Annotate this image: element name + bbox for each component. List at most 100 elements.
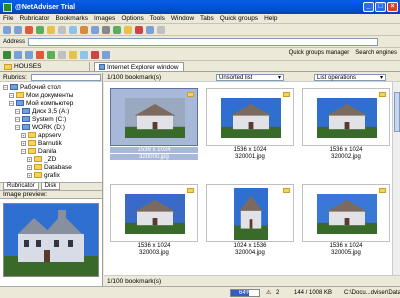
nav-back-icon[interactable] (14, 50, 22, 59)
progress-label: 64% (238, 290, 251, 296)
tree-node[interactable]: + Barnutik (0, 139, 102, 147)
status-memory: 144 / 1008 KB (294, 290, 333, 296)
tree-node[interactable]: + grafix (0, 171, 102, 179)
tree-node[interactable]: + appserv (0, 131, 102, 139)
menu-bookmarks[interactable]: Bookmarks (55, 15, 88, 22)
menu-file[interactable]: File (3, 15, 13, 22)
tree-node-label: Мой компьютер (26, 99, 74, 107)
list-operations[interactable]: List operations ▾ (314, 74, 386, 81)
tree-node[interactable]: − System (C:) (0, 115, 102, 123)
folder-icon[interactable] (283, 188, 290, 193)
view-icon[interactable] (146, 26, 154, 34)
folder-icon[interactable] (283, 92, 290, 97)
folder-tree: − Рабочий стол − Мои документы − Мой компьюте… (0, 82, 102, 182)
menu-help[interactable]: Help (264, 15, 277, 22)
sort-select[interactable]: Unsorted list ▾ (216, 74, 284, 81)
expand-icon[interactable]: + (21, 140, 26, 146)
address-input[interactable] (28, 38, 379, 46)
refresh-icon[interactable] (36, 26, 44, 34)
folder-tab[interactable]: HOUSES (0, 61, 90, 72)
add-bookmark-icon[interactable] (113, 26, 121, 34)
quick-groups-button[interactable]: Quick groups manager (289, 50, 350, 56)
print-icon[interactable] (102, 26, 110, 34)
nav-tile-icon[interactable] (102, 50, 110, 59)
open-folder-icon[interactable] (124, 26, 132, 34)
mail-icon[interactable] (91, 26, 99, 34)
nav-home-icon[interactable] (58, 50, 66, 59)
thumbnail-item[interactable]: 1024 x 1536 320004.jpg (206, 184, 294, 256)
thumbnail-item[interactable]: 1536 x 1024 320002.jpg (302, 88, 390, 160)
scroll-thumb[interactable] (394, 92, 400, 132)
folder-icon[interactable] (379, 188, 386, 193)
tree-node[interactable]: − Рабочий стол (0, 83, 102, 91)
thumbnail-frame (110, 88, 198, 146)
nav-stop-icon[interactable] (36, 50, 44, 59)
tree-node[interactable]: − Мой компьютер (0, 99, 102, 107)
expand-icon[interactable]: + (27, 172, 32, 178)
tree-node[interactable]: + Database (0, 163, 102, 171)
expand-icon[interactable]: + (21, 132, 26, 138)
thumbnail-item[interactable]: 1536 x 1024 320005.jpg (302, 184, 390, 256)
folder-icon[interactable] (187, 188, 194, 193)
menu-window[interactable]: Window (171, 15, 194, 22)
folder-icon[interactable] (379, 92, 386, 97)
status-bar: 64% ⚠ 2 144 / 1008 KB C:\Docu...dviser\D… (0, 286, 400, 298)
rubrics-combo[interactable] (30, 73, 101, 81)
thumbnail-item[interactable]: 1536 x 1024 320003.jpg (110, 184, 198, 256)
nav-refresh-icon[interactable] (47, 50, 55, 59)
expand-icon[interactable]: − (9, 92, 14, 98)
tree-node[interactable]: − Мои документы (0, 91, 102, 99)
expand-icon[interactable]: + (27, 164, 32, 170)
menu-quick-groups[interactable]: Quick groups (220, 15, 258, 22)
info-icon: ⚠ (266, 290, 272, 296)
nav-delete-icon[interactable] (91, 50, 99, 59)
close-button[interactable]: × (387, 2, 398, 12)
go-icon[interactable] (3, 50, 11, 59)
tree-node[interactable]: + _ZD (0, 155, 102, 163)
minimize-button[interactable]: _ (363, 2, 374, 12)
ie-tab[interactable]: Internet Explorer window (94, 62, 184, 71)
tab-rubricator[interactable]: Rubricator (3, 183, 39, 190)
nav-bookmark-icon[interactable] (69, 50, 77, 59)
menu-tools[interactable]: Tools (150, 15, 165, 22)
forward-icon[interactable] (14, 26, 22, 34)
menu-options[interactable]: Options (121, 15, 143, 22)
settings-icon[interactable] (157, 26, 165, 34)
menu-tabs[interactable]: Tabs (200, 15, 214, 22)
image-dimensions: 1536 x 1024 (233, 147, 267, 153)
nav-forward-icon[interactable] (25, 50, 33, 59)
vertical-scrollbar[interactable] (392, 82, 400, 275)
history-icon[interactable] (80, 26, 88, 34)
image-dimensions: 1024 x 1536 (233, 243, 267, 249)
delete-icon[interactable] (135, 26, 143, 34)
status-count: 2 (276, 290, 280, 296)
house-image (221, 98, 281, 138)
favorites-icon[interactable] (69, 26, 77, 34)
expand-icon[interactable]: − (15, 116, 20, 122)
search-engines-button[interactable]: Search engines (355, 50, 397, 56)
tree-node[interactable]: − WORK (D:) (0, 123, 102, 131)
expand-icon[interactable]: − (21, 148, 26, 154)
home-icon[interactable] (47, 26, 55, 34)
expand-icon[interactable]: − (9, 100, 14, 106)
preview-header: Image preview: (0, 190, 102, 199)
menu-rubricator[interactable]: Rubricator (19, 15, 49, 22)
stop-icon[interactable] (25, 26, 33, 34)
expand-icon[interactable]: − (15, 108, 20, 114)
thumbnail-item[interactable]: 1536 x 1024 320000.jpg (110, 88, 198, 160)
menu-images[interactable]: Images (94, 15, 115, 22)
expand-icon[interactable]: + (27, 156, 32, 162)
expand-icon[interactable]: − (3, 84, 8, 90)
search-icon[interactable] (58, 26, 66, 34)
thumbnail-item[interactable]: 1536 x 1024 320001.jpg (206, 88, 294, 160)
window-controls: _ □ × (363, 2, 398, 12)
maximize-button[interactable]: □ (375, 2, 386, 12)
tree-node[interactable]: − Danila (0, 147, 102, 155)
folder-icon[interactable] (187, 92, 194, 97)
title-bar: @NetAdviser Trial _ □ × (0, 0, 400, 14)
tree-node[interactable]: − Диск 3,5 (A:) (0, 107, 102, 115)
back-icon[interactable] (3, 26, 11, 34)
nav-images-icon[interactable] (80, 50, 88, 59)
expand-icon[interactable]: − (15, 124, 20, 130)
tab-disk[interactable]: Disk (40, 183, 61, 190)
